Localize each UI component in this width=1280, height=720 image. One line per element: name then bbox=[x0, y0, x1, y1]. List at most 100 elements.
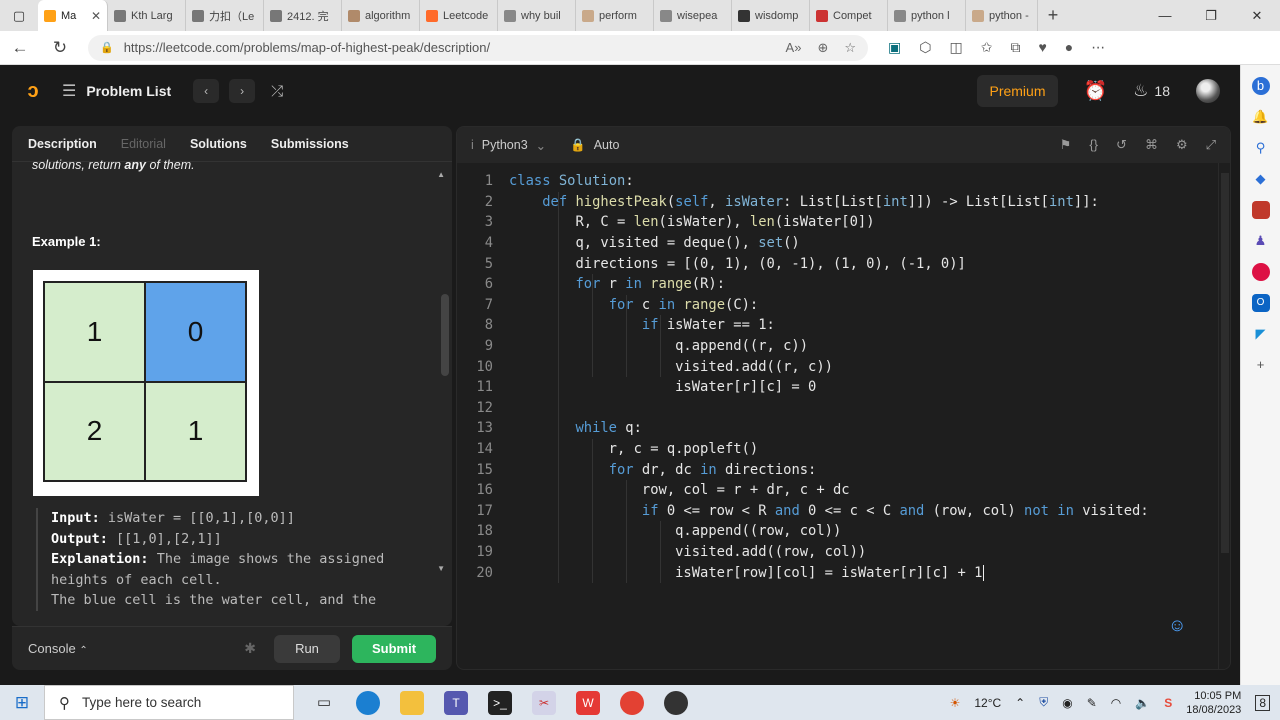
zoom-icon[interactable]: ⊕ bbox=[817, 40, 828, 56]
browser-tab[interactable]: python - bbox=[966, 0, 1038, 31]
profile-icon[interactable]: ● bbox=[1065, 39, 1073, 56]
app-icon[interactable] bbox=[664, 690, 688, 715]
performance-icon[interactable]: ♥ bbox=[1038, 39, 1046, 56]
weather-icon[interactable]: ☀ bbox=[950, 696, 961, 710]
shortcut-icon[interactable]: ⌘ bbox=[1145, 137, 1158, 153]
collections-icon[interactable]: ⧉ bbox=[1010, 39, 1020, 56]
maximize-icon[interactable]: ❐ bbox=[1188, 8, 1234, 24]
tab-editorial[interactable]: Editorial bbox=[121, 137, 166, 151]
browser-tab[interactable]: Leetcode bbox=[420, 0, 498, 31]
scroll-up-icon[interactable]: ▲ bbox=[437, 170, 445, 179]
browser-tab[interactable]: why buil bbox=[498, 0, 576, 31]
clock[interactable]: 10:05 PM 18/08/2023 bbox=[1186, 689, 1241, 717]
favorites-icon[interactable]: ✩ bbox=[981, 39, 993, 56]
reset-icon[interactable]: ↺ bbox=[1116, 137, 1127, 153]
edge-browser-icon[interactable] bbox=[356, 690, 380, 715]
editor-scrollbar[interactable] bbox=[1218, 163, 1230, 669]
scrollbar-thumb[interactable] bbox=[441, 294, 449, 376]
premium-button[interactable]: Premium bbox=[977, 75, 1058, 107]
browser-tab[interactable]: wisepea bbox=[654, 0, 732, 31]
read-aloud-icon[interactable]: A» bbox=[786, 40, 802, 56]
weather-temp[interactable]: 12°C bbox=[974, 696, 1001, 710]
refresh-icon[interactable]: ↻ bbox=[40, 38, 80, 58]
browser-tab[interactable]: Compet bbox=[810, 0, 888, 31]
streak-counter[interactable]: ♨ 18 bbox=[1133, 81, 1170, 101]
format-braces-icon[interactable]: {} bbox=[1089, 137, 1098, 153]
autocomplete-mode[interactable]: 🔒 Auto bbox=[570, 138, 619, 153]
browser-tab[interactable]: wisdomp bbox=[732, 0, 810, 31]
network-icon[interactable]: ◉ bbox=[1062, 696, 1072, 710]
description-scrollbar[interactable]: ▲ ▼ bbox=[437, 162, 449, 626]
browser-tab[interactable]: Kth Larg bbox=[108, 0, 186, 31]
notification-center-icon[interactable]: 8 bbox=[1255, 694, 1270, 711]
problem-list-link[interactable]: Problem List bbox=[86, 83, 171, 99]
avatar[interactable] bbox=[1196, 79, 1220, 103]
snipping-tool-icon[interactable]: ✂ bbox=[532, 690, 556, 715]
fullscreen-icon[interactable]: ⤢ bbox=[1206, 137, 1216, 153]
close-window-icon[interactable]: ✕ bbox=[1234, 8, 1280, 24]
chrome-icon[interactable] bbox=[620, 690, 644, 715]
bookmark-icon[interactable]: ⚑ bbox=[1060, 137, 1072, 153]
code-area[interactable]: 1 class Solution: 2 def highestPeak(self,… bbox=[457, 171, 1217, 583]
notification-bell-icon[interactable]: 🔔 bbox=[1252, 108, 1270, 126]
pen-icon[interactable]: ✎ bbox=[1087, 696, 1097, 710]
bing-chat-icon[interactable]: b bbox=[1251, 77, 1270, 95]
taskbar-search[interactable]: ⚲ Type here to search bbox=[44, 685, 294, 720]
extension-icon[interactable]: ▣ bbox=[888, 39, 901, 56]
prev-problem-button[interactable]: ‹ bbox=[193, 79, 220, 103]
settings-gear-icon[interactable]: ⚙ bbox=[1176, 137, 1188, 153]
language-selector[interactable]: i Python3 ⌄ bbox=[471, 138, 546, 153]
browser-tab[interactable]: 2412. 完 bbox=[264, 0, 342, 31]
office-icon[interactable] bbox=[1251, 263, 1270, 281]
browser-tab-active[interactable]: Ma ✕ bbox=[38, 0, 108, 31]
leetcode-logo-icon[interactable]: ↄ bbox=[22, 80, 44, 102]
scroll-down-icon[interactable]: ▼ bbox=[437, 564, 445, 573]
list-icon[interactable]: ☰ bbox=[62, 81, 76, 101]
new-tab-button[interactable]: + bbox=[1038, 5, 1068, 26]
send-icon[interactable]: ◤ bbox=[1252, 325, 1270, 343]
security-shield-icon[interactable]: ⛨ bbox=[1039, 695, 1048, 710]
tab-actions-icon[interactable]: ▢ bbox=[0, 0, 38, 31]
favorite-star-icon[interactable]: ☆ bbox=[844, 40, 856, 56]
people-icon[interactable]: ♟ bbox=[1252, 232, 1270, 250]
file-explorer-icon[interactable] bbox=[400, 690, 424, 715]
shopping-tag-icon[interactable]: ◆ bbox=[1252, 170, 1270, 188]
sogou-icon[interactable]: S bbox=[1164, 696, 1172, 710]
add-sidebar-icon[interactable]: + bbox=[1252, 356, 1270, 374]
task-view-icon[interactable]: ▭ bbox=[312, 691, 336, 715]
browser-tab[interactable]: python l bbox=[888, 0, 966, 31]
minimize-icon[interactable]: — bbox=[1142, 8, 1188, 24]
teams-icon[interactable]: T bbox=[444, 690, 468, 715]
shuffle-icon[interactable]: ⤮ bbox=[271, 83, 283, 100]
back-icon[interactable]: ← bbox=[0, 38, 40, 58]
wifi-icon[interactable]: ◠ bbox=[1111, 696, 1121, 710]
search-icon[interactable]: ⚲ bbox=[1252, 139, 1270, 157]
browser-tab[interactable]: perform bbox=[576, 0, 654, 31]
tab-description[interactable]: Description bbox=[28, 137, 97, 151]
url-field[interactable]: 🔒 https://leetcode.com/problems/map-of-h… bbox=[88, 34, 868, 61]
tab-solutions[interactable]: Solutions bbox=[190, 137, 247, 151]
tools-icon[interactable] bbox=[1251, 201, 1270, 219]
windows-start-icon[interactable]: ⊞ bbox=[0, 693, 44, 713]
browser-tab[interactable]: algorithm bbox=[342, 0, 420, 31]
chevron-up-icon[interactable]: ⌃ bbox=[1015, 696, 1025, 710]
alarm-clock-icon[interactable]: ⏰ bbox=[1084, 79, 1108, 103]
close-tab-icon[interactable]: ✕ bbox=[91, 9, 101, 23]
wps-office-icon[interactable]: W bbox=[576, 690, 600, 715]
terminal-icon[interactable]: >_ bbox=[488, 690, 512, 715]
next-problem-button[interactable]: › bbox=[229, 79, 256, 103]
outlook-icon[interactable]: O bbox=[1251, 294, 1270, 312]
browser-tab[interactable]: 力扣（Le bbox=[186, 0, 264, 31]
scrollbar-thumb[interactable] bbox=[1221, 173, 1229, 553]
more-options-icon[interactable]: ⋯ bbox=[1091, 39, 1105, 56]
feedback-chat-icon[interactable]: ☺ bbox=[1168, 615, 1186, 636]
tab-submissions[interactable]: Submissions bbox=[271, 137, 349, 151]
submit-button[interactable]: Submit bbox=[352, 634, 436, 663]
run-button[interactable]: Run bbox=[274, 634, 340, 663]
puzzle-icon[interactable]: ⬡ bbox=[919, 39, 931, 56]
code-line: 19 visited.add((row, col)) bbox=[476, 543, 867, 560]
console-toggle[interactable]: Console ⌃ bbox=[28, 641, 88, 656]
debug-icon[interactable]: ✱ bbox=[244, 640, 256, 657]
volume-icon[interactable]: 🔈 bbox=[1135, 696, 1150, 710]
split-screen-icon[interactable]: ◫ bbox=[949, 39, 962, 56]
